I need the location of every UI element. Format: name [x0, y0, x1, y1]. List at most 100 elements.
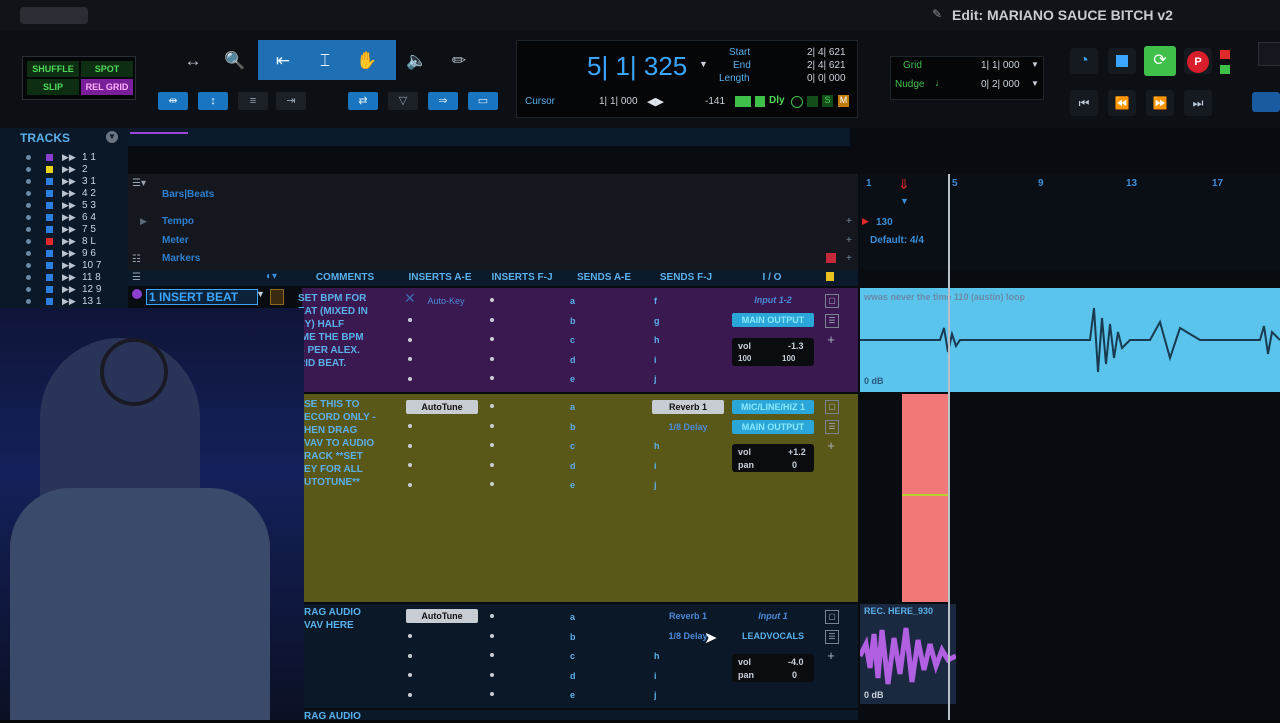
pan-value[interactable]: 0	[792, 670, 797, 680]
send-slot-letter[interactable]: j	[654, 690, 657, 700]
recording-clip[interactable]	[902, 394, 950, 602]
clip-gain[interactable]: 0 dB	[864, 690, 884, 700]
link-track-icon[interactable]: ↕	[198, 92, 228, 110]
window-button[interactable]	[20, 7, 88, 24]
mute-button[interactable]: M	[838, 95, 849, 107]
online-transport-icon[interactable]: ◔	[1070, 48, 1098, 74]
tempo-marker-icon[interactable]: ▶	[862, 216, 869, 227]
send-slot-letter[interactable]: d	[570, 461, 576, 471]
main-counter-value[interactable]: 5| 1| 325	[587, 51, 687, 82]
insert-slot-empty[interactable]	[408, 692, 412, 697]
add-marker-icon[interactable]: +	[846, 253, 852, 264]
show-hide-icon[interactable]	[26, 203, 31, 208]
track-list-item[interactable]: ▶▶ 3 1	[20, 176, 124, 188]
track-list-item[interactable]: ▶▶ 9 6	[20, 248, 124, 260]
playhead-marker-icon[interactable]: ⇓	[898, 176, 910, 193]
track-list-item[interactable]: ▶▶ 5 3	[20, 200, 124, 212]
tracks-menu-icon[interactable]: ▼	[106, 131, 118, 143]
rel-grid-mode-button[interactable]: REL GRID	[81, 79, 133, 95]
input-selector[interactable]: Input 1	[732, 609, 814, 623]
insert-slot-empty[interactable]	[408, 653, 412, 658]
insert-slot-empty[interactable]	[490, 672, 494, 677]
insert-slot-empty[interactable]	[408, 443, 412, 448]
track-list-item[interactable]: ▶▶ 6 4	[20, 212, 124, 224]
output-selector[interactable]: LEADVOCALS	[732, 629, 814, 643]
send-slot-letter[interactable]: h	[654, 335, 660, 345]
insert-slot-empty[interactable]	[490, 443, 494, 447]
start-value[interactable]: 2| 4| 621	[807, 47, 846, 58]
volume-value[interactable]: -1.3	[788, 341, 804, 351]
send-slot-letter[interactable]: d	[570, 671, 576, 681]
insert-slot-empty[interactable]	[490, 482, 494, 486]
tab-to-transients-icon[interactable]: ≡	[238, 92, 268, 110]
track-list-item[interactable]: ▶▶ 8 L	[20, 236, 124, 248]
keyboard-focus-icon[interactable]: ⇄	[348, 92, 378, 110]
add-tempo-icon[interactable]: +	[846, 216, 852, 227]
insert-slot-empty[interactable]	[408, 463, 412, 467]
counter-dropdown-icon[interactable]: ▼	[699, 59, 708, 69]
output-selector[interactable]: MAIN OUTPUT	[732, 313, 814, 327]
send-slot-letter[interactable]: e	[570, 690, 575, 700]
insert-slot-empty[interactable]	[490, 653, 494, 657]
send-slot-letter[interactable]: h	[654, 441, 660, 451]
input-selector[interactable]: Input 1-2	[732, 293, 814, 307]
solo-button[interactable]: S	[822, 95, 833, 107]
insert-slot-empty[interactable]	[490, 692, 494, 696]
track-comment[interactable]: RAG AUDIO	[304, 710, 361, 723]
track-color-icon[interactable]	[132, 289, 142, 299]
insert-slot-empty[interactable]	[408, 482, 412, 487]
add-send-icon[interactable]: +	[825, 439, 837, 452]
markers-ruler-label[interactable]: Markers	[162, 253, 200, 264]
link-timeline-icon[interactable]: ⇹	[158, 92, 188, 110]
pan-right-value[interactable]: 100	[782, 354, 795, 363]
insert-slot-empty[interactable]	[490, 404, 494, 408]
universe-strip[interactable]	[128, 128, 850, 146]
add-send-icon[interactable]: +	[825, 333, 837, 346]
send-slot[interactable]: 1/8 Delay	[652, 420, 724, 434]
tempo-value[interactable]: 130	[876, 217, 893, 228]
send-slot-letter[interactable]: a	[570, 402, 575, 412]
insert-slot-empty[interactable]	[408, 337, 412, 342]
track-list-item[interactable]: ▶▶ 7 5	[20, 224, 124, 236]
track-list-item[interactable]: ▶▶ 11 8	[20, 272, 124, 284]
send-slot-letter[interactable]: j	[654, 374, 657, 384]
send-slot-letter[interactable]: i	[654, 671, 657, 681]
insert-slot[interactable]: AutoTune	[406, 609, 478, 623]
add-meter-icon[interactable]: +	[846, 235, 852, 246]
insert-slot-empty[interactable]	[490, 317, 494, 322]
zoomer-icon[interactable]: 🔍	[220, 46, 250, 76]
audio-clip[interactable]: REC. HERE_930 0 dB	[860, 604, 956, 704]
pencil-tool-icon[interactable]: ✏	[444, 46, 474, 76]
insert-slot-empty[interactable]	[490, 614, 494, 618]
stop-button[interactable]	[1108, 48, 1136, 74]
output-window-icon[interactable]: ▢	[825, 610, 839, 624]
meter-value[interactable]: Default: 4/4	[870, 235, 924, 246]
insertion-follows-icon[interactable]: ▽	[388, 92, 418, 110]
insert-slot-empty[interactable]	[408, 357, 412, 361]
pan-value[interactable]: 0	[792, 460, 797, 470]
length-value[interactable]: 0| 0| 000	[807, 73, 846, 84]
audio-clip[interactable]: wwas never the time 110 (austin) loop 0 …	[860, 288, 1280, 392]
send-slot-letter[interactable]: h	[654, 651, 660, 661]
send-slot-letter[interactable]: c	[570, 441, 575, 451]
insert-slot-empty[interactable]	[408, 318, 412, 322]
insert-slot-empty[interactable]	[490, 298, 494, 302]
show-hide-icon[interactable]	[26, 191, 31, 196]
send-slot-letter[interactable]: b	[570, 632, 576, 642]
output-window-icon[interactable]: ▢	[825, 294, 839, 308]
insert-slot[interactable]: AutoTune	[406, 400, 478, 414]
marker-list-icon[interactable]: ☷	[132, 254, 141, 265]
insert-slot-empty[interactable]	[408, 376, 412, 381]
zoom-toggle-icon[interactable]: ↔	[178, 46, 208, 76]
show-hide-icon[interactable]	[26, 287, 31, 292]
track-comment[interactable]: SET BPM FOR EAT (MIXED IN EY) HALF IME T…	[298, 292, 368, 370]
send-slot-letter[interactable]: b	[570, 422, 576, 432]
show-hide-icon[interactable]	[26, 215, 31, 220]
insert-slot-empty[interactable]	[408, 424, 412, 428]
nudge-dropdown-icon[interactable]: ▼	[1031, 79, 1039, 88]
edit-window-view-icon[interactable]: ☰	[132, 272, 141, 283]
track-list-item[interactable]: ▶▶ 13 1	[20, 296, 124, 308]
grid-value[interactable]: 1| 1| 000	[981, 60, 1020, 71]
bars-beats-ruler-label[interactable]: Bars|Beats	[162, 189, 214, 200]
show-hide-icon[interactable]	[26, 227, 31, 232]
